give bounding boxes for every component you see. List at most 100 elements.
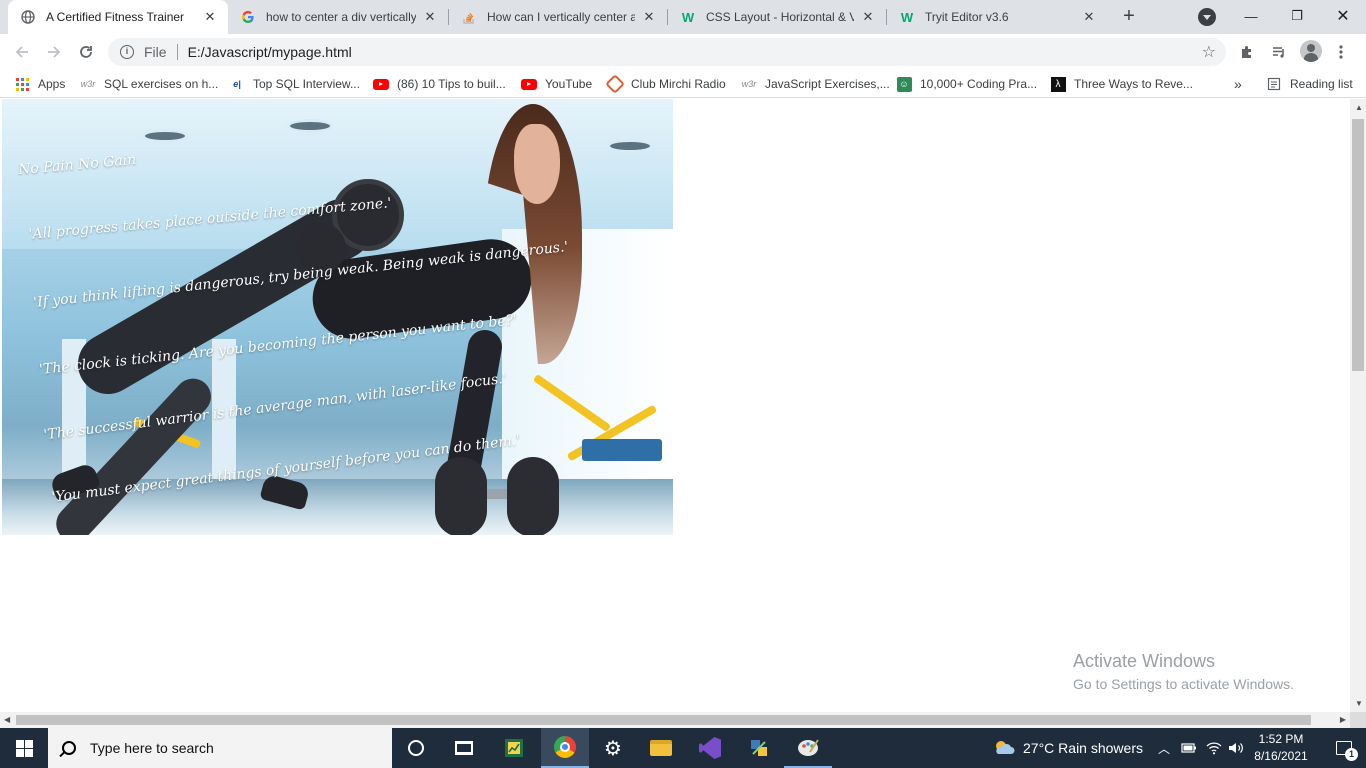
taskbar-search[interactable]: Type here to search [48, 728, 392, 768]
wifi-status[interactable] [1206, 728, 1222, 768]
bookmark-three-ways[interactable]: λ Three Ways to Reve... [1050, 75, 1193, 93]
taskbar-app-tool[interactable] [735, 728, 783, 768]
notification-center-button[interactable]: 1 [1322, 728, 1366, 768]
new-tab-button[interactable]: + [1117, 5, 1141, 29]
show-hidden-icons-button[interactable]: ︿ [1158, 728, 1170, 768]
reload-button[interactable] [72, 38, 100, 66]
extensions-puzzle-icon[interactable] [1237, 42, 1257, 62]
bookmark-label: JavaScript Exercises,... [765, 77, 890, 91]
watermark-subtitle: Go to Settings to activate Windows. [1073, 676, 1294, 692]
profile-avatar[interactable] [1300, 40, 1322, 62]
address-bar[interactable]: i File E:/Javascript/mypage.html ☆ [108, 38, 1226, 66]
horizontal-scroll-thumb[interactable] [16, 715, 1311, 725]
bookmark-label: Top SQL Interview... [253, 77, 360, 91]
search-placeholder: Type here to search [90, 740, 214, 756]
gym-bench [582, 439, 662, 461]
close-icon[interactable]: ✕ [202, 9, 218, 25]
tab-title: Tryit Editor v3.6 [925, 10, 1009, 24]
restore-button[interactable]: ❐ [1274, 0, 1320, 32]
minimize-button[interactable]: — [1228, 0, 1274, 32]
tab-stackoverflow[interactable]: How can I vertically center a ✕ [449, 0, 667, 34]
scroll-down-icon[interactable]: ▼ [1355, 699, 1363, 708]
freecodecamp-icon: λ [1050, 76, 1066, 92]
volume-control[interactable] [1228, 728, 1244, 768]
taskbar-app-explorer[interactable] [637, 728, 685, 768]
tab-search-icon[interactable] [1198, 8, 1216, 26]
visual-studio-icon [699, 737, 721, 759]
media-queue-icon[interactable] [1269, 42, 1289, 62]
back-button[interactable] [8, 38, 36, 66]
close-icon[interactable]: ✕ [422, 9, 438, 25]
close-icon[interactable]: ✕ [641, 9, 657, 25]
bookmark-label: YouTube [545, 77, 593, 91]
scroll-up-icon[interactable]: ▲ [1355, 103, 1363, 112]
battery-status[interactable] [1181, 728, 1197, 768]
bookmark-top-sql[interactable]: e| Top SQL Interview... [229, 75, 360, 93]
info-icon[interactable]: i [120, 45, 134, 59]
folder-icon [650, 740, 672, 756]
bookmark-coding-practice[interactable]: ☺ 10,000+ Coding Pra... [896, 75, 1037, 93]
reading-list-label: Reading list [1290, 77, 1353, 91]
horizontal-scrollbar[interactable]: ◀ ▶ [0, 712, 1350, 728]
bookmark-javascript-exercises[interactable]: w3r JavaScript Exercises,... [741, 75, 890, 93]
bookmark-star-icon[interactable]: ☆ [1202, 42, 1216, 62]
vertical-scrollbar[interactable]: ▲ ▼ [1350, 99, 1366, 712]
tab-fitness-trainer[interactable]: A Certified Fitness Trainer ✕ [8, 0, 228, 34]
bookmark-club-mirchi[interactable]: Club Mirchi Radio [605, 74, 726, 94]
task-view-button[interactable] [440, 728, 488, 768]
chrome-icon [554, 736, 576, 758]
cortana-button[interactable] [392, 728, 440, 768]
taskbar-app-settings[interactable]: ⚙ [589, 728, 637, 768]
scroll-right-icon[interactable]: ▶ [1340, 715, 1346, 724]
vertical-scroll-thumb[interactable] [1352, 119, 1364, 371]
url-text[interactable]: E:/Javascript/mypage.html [188, 44, 352, 60]
bookmark-10-tips[interactable]: (86) 10 Tips to buil... [373, 75, 506, 93]
scroll-left-icon[interactable]: ◀ [4, 715, 10, 724]
w3schools-icon: W [681, 9, 695, 25]
taskbar-app-visual-studio[interactable] [686, 728, 734, 768]
close-window-button[interactable]: ✕ [1320, 0, 1366, 32]
bookmark-sql-exercises[interactable]: w3r SQL exercises on h... [80, 75, 219, 93]
system-clock[interactable]: 1:52 PM 8/16/2021 [1248, 731, 1314, 765]
taskbar-app-sheets[interactable] [490, 728, 538, 768]
windows-logo-icon [15, 739, 33, 757]
ceiling-light [287, 119, 333, 133]
notification-icon: 1 [1336, 741, 1358, 761]
globe-icon [20, 9, 36, 25]
bookmark-apps[interactable]: Apps [14, 75, 65, 93]
more-menu-icon[interactable] [1331, 42, 1351, 62]
minimize-icon: — [1244, 8, 1258, 24]
wifi-icon [1206, 742, 1222, 755]
reading-list-button[interactable]: Reading list [1266, 75, 1353, 93]
tab-title: How can I vertically center a [487, 10, 635, 24]
paint-palette-icon [798, 739, 819, 756]
athlete-face [514, 124, 560, 204]
taskbar-app-chrome[interactable] [541, 728, 589, 768]
bookmark-label: Club Mirchi Radio [631, 77, 726, 91]
taskbar-app-paint[interactable] [784, 728, 832, 768]
chevron-up-icon: ︿ [1158, 741, 1171, 756]
close-icon: ✕ [1336, 8, 1350, 25]
close-icon[interactable]: ✕ [1081, 9, 1097, 25]
bookmark-youtube[interactable]: YouTube [521, 75, 592, 93]
start-button[interactable] [0, 728, 48, 768]
tab-tryit-editor[interactable]: W Tryit Editor v3.6 ✕ [887, 0, 1107, 34]
tab-center-div[interactable]: how to center a div vertically ✕ [228, 0, 448, 34]
python-tool-icon [751, 740, 767, 756]
bookmark-label: Three Ways to Reve... [1074, 77, 1193, 91]
weather-text: 27°C Rain showers [1023, 740, 1143, 756]
forward-button[interactable] [40, 38, 68, 66]
scrollbar-corner [1350, 712, 1366, 728]
weather-widget[interactable]: 27°C Rain showers [993, 728, 1143, 768]
reading-list-icon [1266, 76, 1282, 92]
ceiling-light [607, 139, 653, 153]
close-icon[interactable]: ✕ [860, 9, 876, 25]
youtube-icon [521, 76, 537, 92]
clock-date: 8/16/2021 [1254, 749, 1308, 763]
restore-icon: ❐ [1291, 8, 1303, 23]
scheme-label: File [144, 44, 167, 60]
bookmarks-overflow-button[interactable]: » [1234, 75, 1242, 93]
bookmark-label: SQL exercises on h... [104, 77, 219, 91]
tab-css-layout[interactable]: W CSS Layout - Horizontal & Ve ✕ [668, 0, 886, 34]
arrow-left-icon [15, 46, 28, 58]
